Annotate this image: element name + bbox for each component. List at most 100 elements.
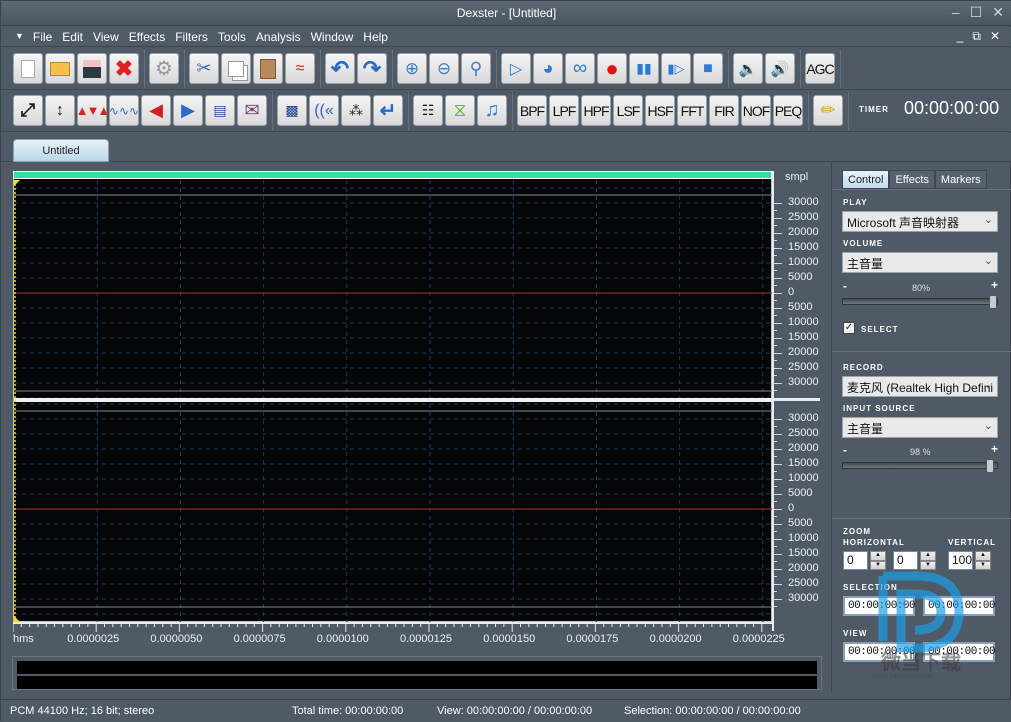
mix-paste-button[interactable]: ≈ [285,53,315,84]
peq-button[interactable]: PEQ [773,95,803,126]
fade-out-button[interactable]: ▶ [173,95,203,126]
menu-analysis[interactable]: Analysis [251,30,306,44]
chevron-down-icon: ⌄ [983,420,993,432]
bottom-y-tick-label: 0 [788,502,795,514]
document-tab-untitled[interactable]: Untitled [13,139,109,162]
lsf-button[interactable]: LSF [613,95,643,126]
x-tick-label: 0.0000175 [566,633,619,645]
waveform-view[interactable] [13,171,773,623]
open-file-button[interactable] [45,53,75,84]
waveform-canvas[interactable] [14,172,773,623]
fade-in-button[interactable]: ◀ [141,95,171,126]
fft-button[interactable]: FFT [677,95,707,126]
save-file-button[interactable] [77,53,107,84]
input-level-slider[interactable] [842,459,998,473]
play-selection-button[interactable]: ◕ [533,53,563,84]
speaker-left-button[interactable]: 🔈 [733,53,763,84]
zoom-in-button[interactable]: ⊕ [397,53,427,84]
noise-button[interactable]: ▲▼▲ [76,95,110,126]
menu-view[interactable]: View [88,30,124,44]
spin-up-icon[interactable]: ▲ [975,551,991,561]
spin-up-icon[interactable]: ▲ [920,551,936,561]
maximize-button[interactable]: ☐ [970,4,983,21]
chevron-down-icon: ⌄ [983,214,993,226]
volume-source-select[interactable]: 主音量 ⌄ [842,252,998,273]
new-file-button[interactable] [13,53,43,84]
tab-effects[interactable]: Effects [889,170,935,189]
menu-tools[interactable]: Tools [213,30,251,44]
zoom-out-button[interactable]: ⊖ [429,53,459,84]
echo-button[interactable]: ((« [309,95,339,126]
volume-slider[interactable] [842,295,998,309]
select-checkbox[interactable]: ✓ [843,322,855,334]
close-button[interactable]: ✕ [992,4,1004,21]
x-tick-label: 0.0000100 [316,633,369,645]
menu-edit[interactable]: Edit [57,30,88,44]
hpf-button[interactable]: HPF [581,95,611,126]
normalize-button[interactable]: ▤ [205,95,235,126]
invert-button[interactable]: ⧖ [445,95,475,126]
mdi-close-button[interactable]: ✕ [990,29,1000,44]
input-source-select[interactable]: 主音量 ⌄ [842,417,998,438]
play-device-select[interactable]: Microsoft 声音映射器 ⌄ [842,211,998,232]
loop-button[interactable]: ∞ [565,53,595,84]
overview-right-channel[interactable] [17,676,817,689]
speaker-right-button[interactable]: 🔊 [765,53,795,84]
top-y-tick-label: 5000 [788,271,813,283]
mdi-minimize-button[interactable]: _ [957,29,964,44]
hsf-button[interactable]: HSF [645,95,675,126]
spin-up-icon[interactable]: ▲ [870,551,886,561]
stretch-button[interactable]: ⤢ [13,95,43,126]
spin-down-icon[interactable]: ▼ [975,560,991,570]
redo-button[interactable]: ↷ [357,53,387,84]
lpf-button[interactable]: LPF [549,95,579,126]
tab-markers[interactable]: Markers [934,170,987,189]
input-level-slider-thumb[interactable] [986,459,995,473]
menu-filters[interactable]: Filters [170,30,213,44]
settings-button[interactable]: ⚙ [149,53,179,84]
copy-button[interactable] [221,53,251,84]
reverb-button[interactable]: ⁂ [341,95,371,126]
tab-control[interactable]: Control [842,170,890,189]
play-button[interactable]: ▷ [501,53,531,84]
system-menu-icon[interactable]: ▼ [15,31,28,45]
close-file-button[interactable]: ✖ [109,53,139,84]
menu-help[interactable]: Help [358,30,393,44]
agc-button[interactable]: AGC [805,53,835,84]
top-y-tick-label: 5000 [788,301,813,313]
distortion-button[interactable]: ▩ [277,95,307,126]
selection-header-bar[interactable] [13,171,772,179]
overview-left-channel[interactable] [17,661,817,674]
overview-strip[interactable] [12,656,822,690]
menu-file[interactable]: File [28,30,57,44]
nof-button[interactable]: NOF [741,95,771,126]
minimize-button[interactable]: – [952,4,960,21]
top-y-tick-label: 10000 [788,256,819,268]
cut-button[interactable]: ✂ [189,53,219,84]
undo-button[interactable]: ↶ [325,53,355,84]
envelope-button[interactable]: ✉ [237,95,267,126]
fir-button[interactable]: FIR [709,95,739,126]
zoom-vertical-spinner[interactable]: ▲ ▼ [975,551,991,570]
record-device-select[interactable]: 麦克风 (Realtek High Defini ⌄ [842,376,998,397]
music-button[interactable]: ♫ [477,95,507,126]
menu-window[interactable]: Window [306,30,359,44]
reverse-button[interactable]: ↵ [373,95,403,126]
pause-button[interactable]: ▮▮ [629,53,659,84]
mdi-restore-button[interactable]: ⧉ [972,29,981,44]
zoom-fit-button[interactable]: ⚲ [461,53,491,84]
bpf-button[interactable]: BPF [517,95,547,126]
volume-slider-thumb[interactable] [989,295,997,309]
play-next-button[interactable]: ▮▷ [661,53,691,84]
pitch-button[interactable]: ☷ [413,95,443,126]
silence-button[interactable]: ∿∿∿ [109,95,139,126]
paste-button[interactable] [253,53,283,84]
stop-button[interactable]: ■ [693,53,723,84]
compress-button[interactable]: ↕ [45,95,75,126]
timer-value: 00:00:00:00 [904,98,1000,118]
notes-button[interactable]: ✏ [813,95,843,126]
menu-effects[interactable]: Effects [124,30,170,44]
zoom-horizontal-input[interactable]: 0 [843,551,868,570]
chevron-down-icon: ⌄ [983,255,993,267]
record-button[interactable]: ● [597,53,627,84]
